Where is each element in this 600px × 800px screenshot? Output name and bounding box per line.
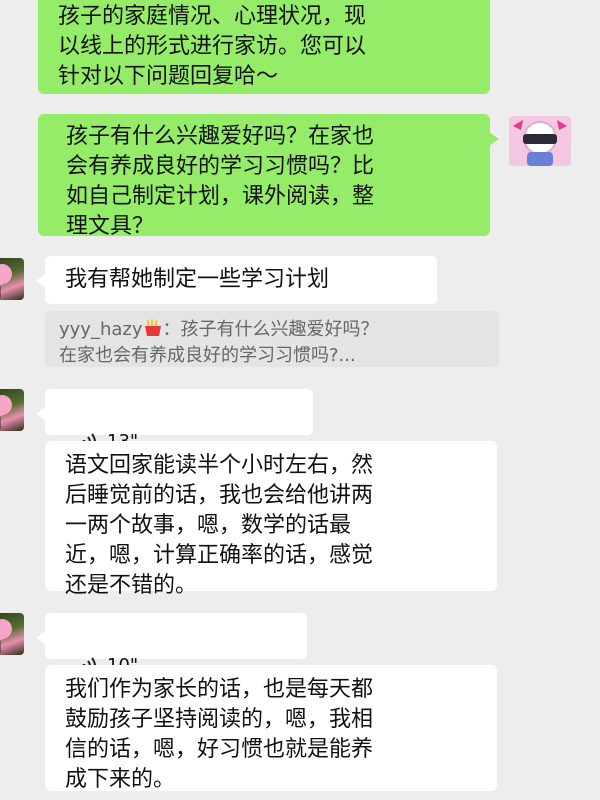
fries-icon bbox=[144, 319, 161, 336]
quote-header: yyy_hazy ：孩子有什么兴趣爱好吗？ 在家也会有养成良好的学习习惯吗?... bbox=[59, 317, 489, 369]
avatar-image bbox=[509, 116, 571, 166]
voice-message-bubble[interactable]: 13" bbox=[36, 389, 313, 452]
voice-message-bubble[interactable]: 10" bbox=[36, 613, 307, 676]
user-avatar[interactable] bbox=[509, 116, 571, 166]
avatar-tag: 水 bbox=[0, 286, 1, 298]
lotus-icon bbox=[0, 616, 15, 642]
sent-message-bubble[interactable]: 孩子有什么兴趣爱好吗？在家也 会有养成良好的学习习惯吗？比 如自己制定计划，课外… bbox=[38, 114, 499, 239]
contact-avatar[interactable]: 水 bbox=[0, 258, 24, 300]
avatar-tag: 水 bbox=[0, 417, 1, 429]
lotus-icon bbox=[0, 261, 15, 287]
lotus-icon bbox=[0, 392, 15, 418]
voice-transcript[interactable]: 语文回家能读半个小时左右，然 后睡觉前的话，我也会给他讲两 一两个故事，嗯，数学… bbox=[45, 441, 497, 598]
sent-message-bubble[interactable]: 孩子的家庭情况、心理状况，现 以线上的形式进行家访。您可以 针对以下问题回复哈～ bbox=[38, 0, 490, 94]
received-message-bubble[interactable]: 我有帮她制定一些学习计划 bbox=[36, 256, 437, 304]
contact-avatar[interactable]: 水 bbox=[0, 389, 24, 431]
avatar-tag: 水 bbox=[0, 641, 1, 653]
quoted-message[interactable]: yyy_hazy ：孩子有什么兴趣爱好吗？ 在家也会有养成良好的学习习惯吗?... bbox=[45, 311, 499, 367]
quote-username: yyy_hazy bbox=[59, 319, 143, 340]
contact-avatar[interactable]: 水 bbox=[0, 613, 24, 655]
quote-separator: ： bbox=[162, 319, 181, 340]
voice-transcript[interactable]: 我们作为家长的话，也是每天都 鼓励孩子坚持阅读的，嗯，我相 信的话，嗯，好习惯也… bbox=[45, 665, 497, 792]
